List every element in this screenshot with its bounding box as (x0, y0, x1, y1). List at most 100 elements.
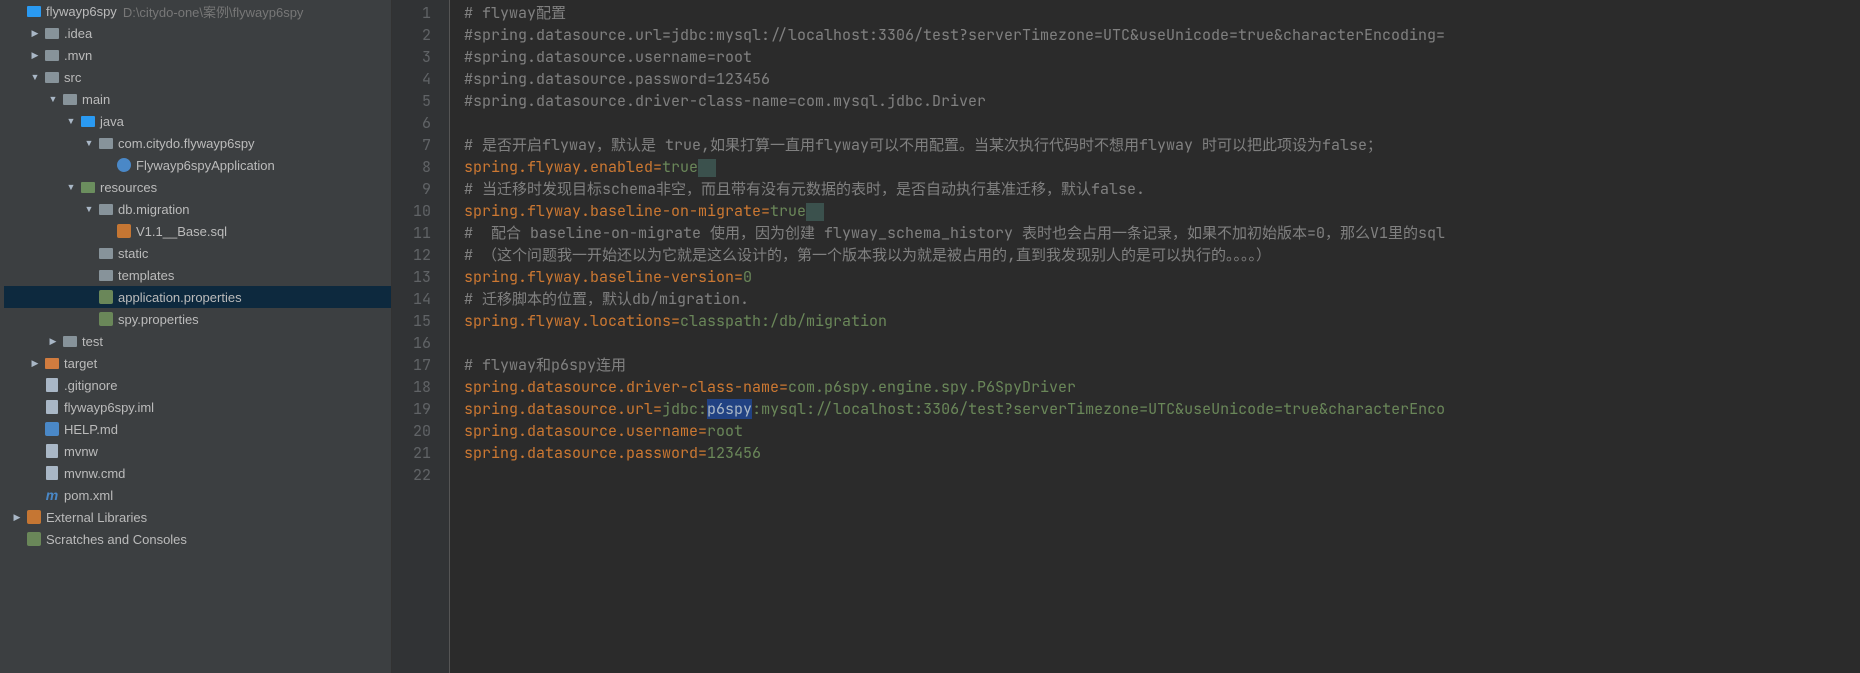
file-icon (44, 443, 60, 459)
code-line[interactable]: #spring.datasource.driver-class-name=com… (464, 90, 1860, 112)
file-icon (44, 377, 60, 393)
code-line[interactable]: # 迁移脚本的位置，默认db/migration. (464, 288, 1860, 310)
tree-arrow-icon[interactable]: ▼ (28, 70, 42, 84)
props-icon (98, 289, 114, 305)
code-line[interactable]: spring.datasource.url=jdbc:p6spy:mysql:/… (464, 398, 1860, 420)
tree-item-static[interactable]: ▶static (4, 242, 391, 264)
tree-arrow-icon[interactable]: ▼ (64, 114, 78, 128)
tree-item-spy-properties[interactable]: ▶spy.properties (4, 308, 391, 330)
tree-arrow-icon[interactable]: ▶ (28, 48, 42, 62)
folder-gray (62, 333, 78, 349)
code-line[interactable] (464, 112, 1860, 134)
code-line[interactable]: spring.datasource.driver-class-name=com.… (464, 376, 1860, 398)
equals-sign: = (698, 421, 707, 441)
code-line[interactable]: # 当迁移时发现目标schema非空，而且带有没有元数据的表时，是否自动执行基准… (464, 178, 1860, 200)
tree-item-resources[interactable]: ▼resources (4, 176, 391, 198)
code-line[interactable]: #spring.datasource.username=root (464, 46, 1860, 68)
property-key: spring.datasource.password (464, 443, 698, 463)
property-key: spring.flyway.locations (464, 311, 671, 331)
tree-item-help-md[interactable]: ▶HELP.md (4, 418, 391, 440)
tree-arrow-icon[interactable]: ▶ (10, 510, 24, 524)
tree-item--gitignore[interactable]: ▶.gitignore (4, 374, 391, 396)
tree-arrow-icon[interactable]: ▼ (64, 180, 78, 194)
tree-label: java (100, 114, 124, 129)
folder-pkg (98, 267, 114, 283)
code-line[interactable] (464, 332, 1860, 354)
code-line[interactable]: # flyway配置 (464, 2, 1860, 24)
line-number: 10 (392, 200, 449, 222)
tree-item-java[interactable]: ▼ java (4, 110, 391, 132)
line-number: 7 (392, 134, 449, 156)
tree-item-mvnw[interactable]: ▶mvnw (4, 440, 391, 462)
code-line[interactable]: #spring.datasource.url=jdbc:mysql://loca… (464, 24, 1860, 46)
equals-sign: = (761, 201, 770, 221)
code-line[interactable]: spring.flyway.baseline-on-migrate=true (464, 200, 1860, 222)
code-editor[interactable]: 12345678910111213141516171819202122 # fl… (392, 0, 1860, 673)
comment-text: #spring.datasource.username=root (464, 47, 752, 67)
tree-item--idea[interactable]: ▶.idea (4, 22, 391, 44)
tree-arrow-icon[interactable]: ▼ (82, 202, 96, 216)
tree-item-test[interactable]: ▶ test (4, 330, 391, 352)
code-line[interactable]: #spring.datasource.password=123456 (464, 68, 1860, 90)
tree-item-src[interactable]: ▼src (4, 66, 391, 88)
folder-pkg (98, 245, 114, 261)
code-line[interactable]: # flyway和p6spy连用 (464, 354, 1860, 376)
code-line[interactable]: spring.datasource.password=123456 (464, 442, 1860, 464)
tree-item-scratches-and-consoles[interactable]: ▶Scratches and Consoles (4, 528, 391, 550)
code-line[interactable]: # （这个问题我一开始还以为它就是这么设计的，第一个版本我以为就是被占用的,直到… (464, 244, 1860, 266)
line-number: 19 (392, 398, 449, 420)
tree-label: main (82, 92, 110, 107)
equals-sign: = (653, 399, 662, 419)
line-number: 16 (392, 332, 449, 354)
project-tree[interactable]: ▶flywayp6spyD:\citydo-one\案例\flywayp6spy… (4, 0, 392, 673)
tree-label: db.migration (118, 202, 190, 217)
tree-label: External Libraries (46, 510, 147, 525)
folder-orange (44, 355, 60, 371)
tree-item-external-libraries[interactable]: ▶ External Libraries (4, 506, 391, 528)
tree-item-flywayp6spyapplication[interactable]: ▶Flywayp6spyApplication (4, 154, 391, 176)
trailing-whitespace (806, 203, 824, 221)
tree-item-db-migration[interactable]: ▼ db.migration (4, 198, 391, 220)
property-key: spring.flyway.baseline-on-migrate (464, 201, 761, 221)
property-value: com.p6spy.engine.spy.P6SpyDriver (788, 377, 1076, 397)
code-content[interactable]: # flyway配置#spring.datasource.url=jdbc:my… (450, 0, 1860, 673)
tree-arrow-icon[interactable]: ▶ (28, 356, 42, 370)
tree-item-templates[interactable]: ▶templates (4, 264, 391, 286)
comment-text: # （这个问题我一开始还以为它就是这么设计的，第一个版本我以为就是被占用的,直到… (464, 245, 1271, 265)
comment-text: # flyway配置 (464, 3, 566, 23)
tree-item-flywayp6spy[interactable]: ▶flywayp6spyD:\citydo-one\案例\flywayp6spy (4, 0, 391, 22)
tree-item-application-properties[interactable]: ▶application.properties (4, 286, 391, 308)
tree-label: test (82, 334, 103, 349)
line-number: 4 (392, 68, 449, 90)
comment-text: # 当迁移时发现目标schema非空，而且带有没有元数据的表时，是否自动执行基准… (464, 179, 1145, 199)
tree-item-target[interactable]: ▶target (4, 352, 391, 374)
tree-arrow-icon[interactable]: ▶ (46, 334, 60, 348)
tree-item-com-citydo-flywayp6spy[interactable]: ▼com.citydo.flywayp6spy (4, 132, 391, 154)
code-line[interactable] (464, 464, 1860, 486)
folder-blue (26, 3, 42, 19)
tree-label: static (118, 246, 148, 261)
code-line[interactable]: spring.flyway.locations=classpath:/db/mi… (464, 310, 1860, 332)
property-value: classpath:/db/migration (680, 311, 887, 331)
tree-item-flywayp6spy-iml[interactable]: ▶flywayp6spy.iml (4, 396, 391, 418)
tree-item--mvn[interactable]: ▶.mvn (4, 44, 391, 66)
folder-gray (44, 25, 60, 41)
tree-arrow-icon[interactable]: ▼ (46, 92, 60, 106)
tree-arrow-icon[interactable]: ▼ (82, 136, 96, 150)
tree-arrow-icon[interactable]: ▶ (28, 26, 42, 40)
code-line[interactable]: spring.flyway.enabled=true (464, 156, 1860, 178)
comment-text: # 是否开启flyway，默认是 true,如果打算一直用flyway可以不用配… (464, 135, 1382, 155)
tree-item-mvnw-cmd[interactable]: ▶mvnw.cmd (4, 462, 391, 484)
equals-sign: = (653, 157, 662, 177)
code-line[interactable]: spring.datasource.username=root (464, 420, 1860, 442)
code-line[interactable]: spring.flyway.baseline-version=0 (464, 266, 1860, 288)
trailing-whitespace (698, 159, 716, 177)
equals-sign: = (698, 443, 707, 463)
code-line[interactable]: # 配合 baseline-on-migrate 使用，因为创建 flyway_… (464, 222, 1860, 244)
property-value: jdbc: (662, 399, 707, 419)
tree-item-main[interactable]: ▼ main (4, 88, 391, 110)
code-line[interactable]: # 是否开启flyway，默认是 true,如果打算一直用flyway可以不用配… (464, 134, 1860, 156)
tree-item-pom-xml[interactable]: ▶mpom.xml (4, 484, 391, 506)
line-number: 21 (392, 442, 449, 464)
tree-item-v1-1-base-sql[interactable]: ▶V1.1__Base.sql (4, 220, 391, 242)
